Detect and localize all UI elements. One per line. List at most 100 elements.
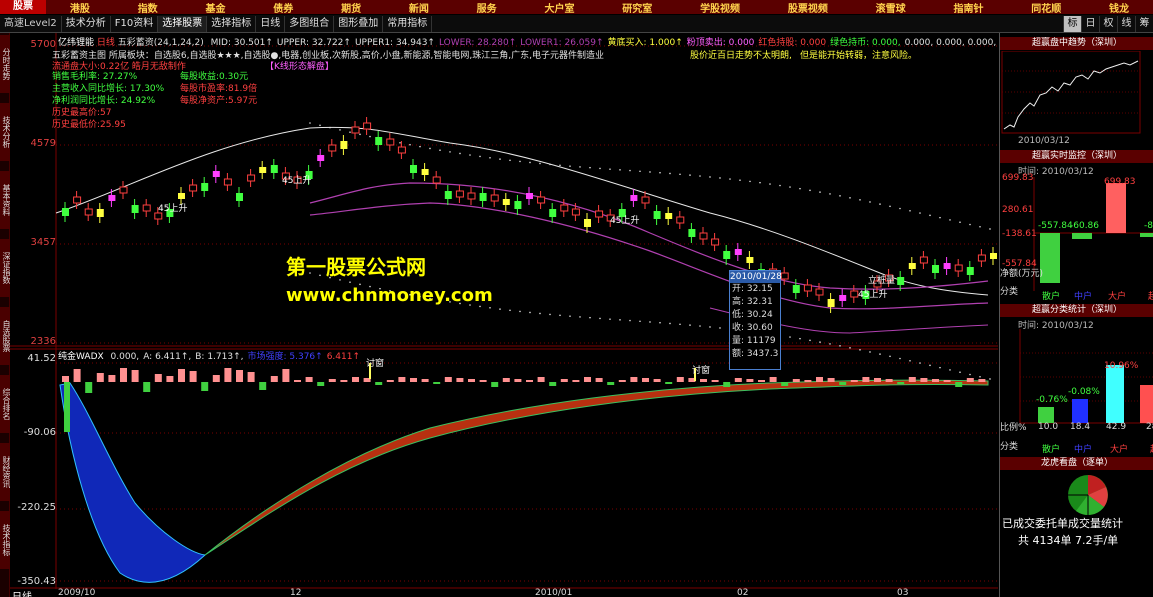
wadx-bar (816, 377, 823, 382)
nav-item[interactable]: 股票视频 (788, 0, 828, 15)
candle-body (571, 208, 580, 216)
left-tab[interactable]: 财经资讯 (0, 443, 10, 501)
envelope-dot (459, 152, 461, 155)
nav-logo-button[interactable]: 股票 (0, 0, 46, 14)
candle-body (201, 183, 209, 191)
intraday-trend-title[interactable]: 超赢盘中趋势（深圳） (1000, 37, 1153, 50)
nav-item[interactable]: 服务 (477, 0, 497, 15)
nav-item[interactable]: 同花顺 (1031, 0, 1061, 15)
nav-item[interactable]: 指数 (138, 0, 158, 15)
tooltip-row: 高: 32.31 (732, 297, 773, 307)
wadx-bar (526, 380, 533, 382)
fundamental-item: 历史最高价:57 (52, 108, 112, 118)
toolbar-button[interactable]: 常用指标 (383, 15, 433, 32)
left-tab[interactable]: 综合排名 (0, 375, 10, 433)
dragon-tiger-title[interactable]: 龙虎看盘（逐单） (1000, 457, 1153, 470)
nav-item[interactable]: 债券 (273, 0, 293, 15)
tooltip-key: 收 (732, 323, 742, 333)
toolbar-button[interactable]: 日线 (256, 15, 286, 32)
indicator-name[interactable]: 五彩蓄资(24,1,24,2) (118, 38, 204, 48)
wadx-bar (421, 379, 429, 382)
nav-item[interactable]: 指南针 (953, 0, 983, 15)
wadx-bar (978, 379, 986, 382)
envelope-dot (689, 324, 691, 326)
toolbar-button[interactable]: F10资料 (111, 15, 159, 32)
wadx-bar (166, 376, 174, 382)
wadx-bar (676, 377, 684, 382)
tooltip-value: 3437.3 (746, 349, 779, 359)
left-tab[interactable]: 基本资料 (0, 171, 10, 229)
tooltip-row: 低: 30.24 (732, 310, 773, 320)
nav-item[interactable]: 基金 (205, 0, 225, 15)
nav-item[interactable]: 期货 (341, 0, 361, 15)
envelope-dot (559, 314, 561, 317)
envelope-dot (959, 371, 961, 374)
realtime-category: 超 (1148, 292, 1153, 302)
nav-item[interactable]: 大户室 (544, 0, 574, 15)
envelope-dot (699, 175, 701, 177)
candle-body (919, 256, 928, 264)
realtime-category: 中户 (1074, 292, 1093, 302)
wadx-bar (769, 377, 777, 382)
envelope-dot (709, 176, 711, 178)
left-tab[interactable]: 深证指数 (0, 239, 10, 297)
nav-item[interactable]: 港股 (70, 0, 90, 15)
envelope-dot (819, 341, 821, 343)
nav-item[interactable]: 钱龙 (1109, 0, 1129, 15)
wadx-bar (862, 377, 870, 382)
toolbar-button[interactable]: 选择股票 (158, 15, 208, 32)
pattern-note: 【K线形态解盘】 (265, 62, 334, 72)
envelope-dot (789, 186, 791, 188)
wadx-blue-area (59, 382, 207, 583)
ohlc-tooltip: 2010/01/28 开: 32.15 高: 32.31 低: 30.24 收: 30… (729, 270, 782, 370)
toolbar-button[interactable]: 技术分析 (62, 15, 111, 32)
envelope-dot (589, 316, 591, 319)
realtime-bar-value: -60.86 (1070, 221, 1100, 231)
wadx-bar (224, 368, 232, 382)
wadx-bar (282, 369, 290, 382)
mini-toggle-button[interactable]: 线 (1117, 15, 1135, 32)
candle-body (803, 284, 812, 292)
mini-toggle-button[interactable]: 日 (1081, 15, 1099, 32)
mini-toggle-button[interactable]: 标 (1063, 15, 1081, 32)
toolbar-button[interactable]: 多图组合 (285, 15, 335, 32)
wadx-bar (247, 372, 255, 382)
xaxis-mode[interactable]: 日线 (12, 588, 32, 597)
mini-toggle-button[interactable]: 权 (1099, 15, 1117, 32)
envelope-dot (699, 325, 701, 327)
left-tab[interactable]: 自选股票 (0, 307, 10, 365)
toolbar-button[interactable]: 选择指标 (207, 15, 257, 32)
toolbar-button[interactable]: 图形叠加 (334, 15, 384, 32)
candle-body (189, 184, 198, 192)
x-label: 2010/01 (535, 588, 573, 597)
tooltip-row: 额: 3437.3 (732, 349, 779, 359)
sub-indicator-name[interactable]: 纯金WADX (58, 352, 104, 362)
nav-item[interactable]: 研究室 (622, 0, 652, 15)
left-tab[interactable]: 分时走势 (0, 35, 10, 93)
candle-body (977, 254, 986, 262)
watermark-title: 第一股票公式网 (286, 255, 426, 279)
classify-category: 散户 (1042, 445, 1061, 455)
classify-stats-title[interactable]: 超赢分类统计（深圳） (1000, 304, 1153, 317)
envelope-dot (769, 183, 771, 185)
wadx-bar (572, 380, 580, 382)
stock-name[interactable]: 亿纬锂能 (58, 38, 94, 48)
candle-body (723, 251, 731, 259)
indicator-param: UPPER1: 34.943↑ (354, 38, 435, 48)
level-selector[interactable]: 高速Level2 (0, 15, 62, 32)
toolbar-mini-buttons: 标日权线筹 (1063, 15, 1153, 32)
left-tab[interactable]: 技术分析 (0, 103, 10, 161)
realtime-monitor-title[interactable]: 超赢实时监控（深圳） (1000, 150, 1153, 163)
envelope-dot (579, 316, 581, 318)
wadx-bar (932, 379, 939, 382)
left-tab[interactable]: 技术指标 (0, 511, 10, 569)
intraday-date: 2010/03/12 (1018, 136, 1070, 146)
envelope-dot (959, 221, 961, 224)
nav-item[interactable]: 学股视频 (700, 0, 740, 15)
envelope-dot (479, 155, 481, 158)
mini-toggle-button[interactable]: 筹 (1135, 15, 1153, 32)
envelope-dot (349, 131, 351, 133)
nav-item[interactable]: 新闻 (409, 0, 429, 15)
envelope-dot (729, 178, 731, 180)
nav-item[interactable]: 滚雪球 (876, 0, 906, 15)
